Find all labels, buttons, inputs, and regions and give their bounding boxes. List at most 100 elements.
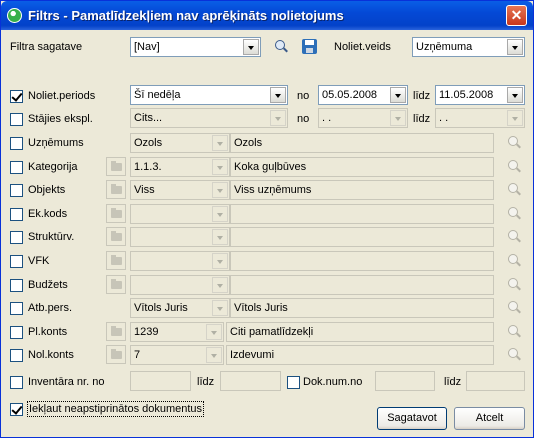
objekts-code-select[interactable]: Viss — [130, 180, 230, 200]
template-value: [Nav] — [134, 41, 160, 53]
stajies-from-label: no — [297, 113, 310, 125]
stajies-to-date[interactable]: . . — [435, 108, 525, 128]
inventar-to-input[interactable] — [220, 371, 281, 391]
app-icon — [7, 8, 22, 23]
folder-icon[interactable] — [106, 345, 126, 364]
strukturv-code-select[interactable] — [130, 227, 230, 247]
close-button[interactable]: ✕ — [506, 5, 527, 26]
folder-icon[interactable] — [106, 204, 126, 223]
chevron-down-icon[interactable] — [212, 135, 228, 151]
stajies-label: Stājies ekspl. — [28, 113, 93, 125]
budzets-code-select[interactable] — [130, 275, 230, 295]
noliet-veids-label: Noliet.veids — [334, 41, 391, 53]
folder-icon[interactable] — [106, 227, 126, 246]
chevron-down-icon[interactable] — [212, 229, 228, 245]
atb-pers-checkbox[interactable] — [10, 302, 23, 315]
search-icon[interactable] — [506, 182, 522, 198]
dok-num-from-input[interactable] — [375, 371, 435, 391]
objekts-checkbox[interactable] — [10, 184, 23, 197]
search-icon[interactable] — [273, 39, 289, 55]
folder-icon[interactable] — [106, 157, 126, 176]
budzets-label: Budžets — [28, 279, 68, 291]
vfk-code-select[interactable] — [130, 251, 230, 271]
chevron-down-icon[interactable] — [212, 253, 228, 269]
period-to-date[interactable]: 11.05.2008 — [435, 85, 525, 105]
ek-kods-label: Ek.kods — [28, 208, 68, 220]
stajies-select[interactable]: Cits... — [130, 108, 288, 128]
atb-pers-code-value: Vītols Juris — [134, 302, 188, 314]
atb-pers-name-field: Vītols Juris — [230, 298, 494, 318]
folder-icon[interactable] — [106, 251, 126, 270]
nol-konts-label: Nol.konts — [28, 349, 74, 361]
chevron-down-icon[interactable] — [212, 159, 228, 175]
chevron-down-icon[interactable] — [212, 206, 228, 222]
nol-konts-checkbox[interactable] — [10, 349, 23, 362]
nol-konts-code-select[interactable]: 7 — [130, 345, 224, 365]
chevron-down-icon[interactable] — [390, 87, 406, 103]
period-to-label: līdz — [413, 90, 431, 102]
atb-pers-code-select[interactable]: Vītols Juris — [130, 298, 230, 318]
inventar-from-input[interactable] — [130, 371, 191, 391]
search-icon[interactable] — [506, 229, 522, 245]
stajies-checkbox[interactable] — [10, 113, 23, 126]
prepare-button[interactable]: Sagatavot — [377, 407, 447, 430]
chevron-down-icon[interactable] — [270, 110, 286, 126]
pl-konts-code-select[interactable]: 1239 — [130, 322, 224, 342]
chevron-down-icon[interactable] — [507, 87, 523, 103]
noliet-veids-select[interactable]: Uzņēmuma — [412, 37, 525, 57]
pl-konts-checkbox[interactable] — [10, 326, 23, 339]
search-icon[interactable] — [506, 253, 522, 269]
chevron-down-icon[interactable] — [212, 277, 228, 293]
ek-kods-code-select[interactable] — [130, 204, 230, 224]
title-bar[interactable]: Filtrs - Pamatlīdzekļiem nav aprēķināts … — [1, 1, 533, 30]
chevron-down-icon[interactable] — [206, 324, 222, 340]
chevron-down-icon[interactable] — [243, 39, 259, 55]
uznemums-checkbox[interactable] — [10, 137, 23, 150]
chevron-down-icon[interactable] — [212, 300, 228, 316]
vfk-label: VFK — [28, 255, 50, 267]
dok-num-checkbox[interactable] — [287, 376, 300, 389]
period-value: Šī nedēļa — [134, 89, 181, 101]
ek-kods-checkbox[interactable] — [10, 208, 23, 221]
uznemums-code-select[interactable]: Ozols — [130, 133, 230, 153]
search-icon[interactable] — [506, 159, 522, 175]
budzets-checkbox[interactable] — [10, 279, 23, 292]
period-from-date[interactable]: 05.05.2008 — [318, 85, 408, 105]
period-checkbox[interactable] — [10, 90, 23, 103]
cancel-button[interactable]: Atcelt — [454, 407, 525, 430]
search-icon[interactable] — [506, 135, 522, 151]
inventar-checkbox[interactable] — [10, 376, 23, 389]
chevron-down-icon[interactable] — [270, 87, 286, 103]
kategorija-checkbox[interactable] — [10, 161, 23, 174]
period-to-value: 11.05.2008 — [439, 89, 494, 101]
search-icon[interactable] — [506, 206, 522, 222]
uznemums-label: Uzņēmums — [28, 137, 84, 149]
search-icon[interactable] — [506, 324, 522, 340]
save-icon[interactable] — [302, 39, 317, 54]
chevron-down-icon[interactable] — [507, 39, 523, 55]
ek-kods-name-field — [230, 204, 494, 224]
period-select[interactable]: Šī nedēļa — [130, 85, 288, 105]
search-icon[interactable] — [506, 300, 522, 316]
chevron-down-icon[interactable] — [507, 110, 523, 126]
folder-icon[interactable] — [106, 180, 126, 199]
chevron-down-icon[interactable] — [212, 182, 228, 198]
strukturv-name-field — [230, 227, 494, 247]
kategorija-name-field: Koka guļbūves — [230, 157, 494, 177]
include-unapproved-checkbox[interactable] — [10, 403, 23, 416]
chevron-down-icon[interactable] — [390, 110, 406, 126]
vfk-checkbox[interactable] — [10, 255, 23, 268]
folder-icon[interactable] — [106, 275, 126, 294]
vfk-name-field — [230, 251, 494, 271]
search-icon[interactable] — [506, 277, 522, 293]
include-unapproved-label[interactable]: Iekļaut neapstiprinātos dokumentus — [27, 401, 205, 417]
folder-icon[interactable] — [106, 322, 126, 341]
search-icon[interactable] — [506, 347, 522, 363]
template-select[interactable]: [Nav] — [130, 37, 261, 57]
chevron-down-icon[interactable] — [206, 347, 222, 363]
dok-num-to-input[interactable] — [466, 371, 525, 391]
strukturv-checkbox[interactable] — [10, 231, 23, 244]
stajies-to-value: . . — [439, 112, 449, 124]
kategorija-code-select[interactable]: 1.1.3. — [130, 157, 230, 177]
stajies-from-date[interactable]: . . — [318, 108, 408, 128]
